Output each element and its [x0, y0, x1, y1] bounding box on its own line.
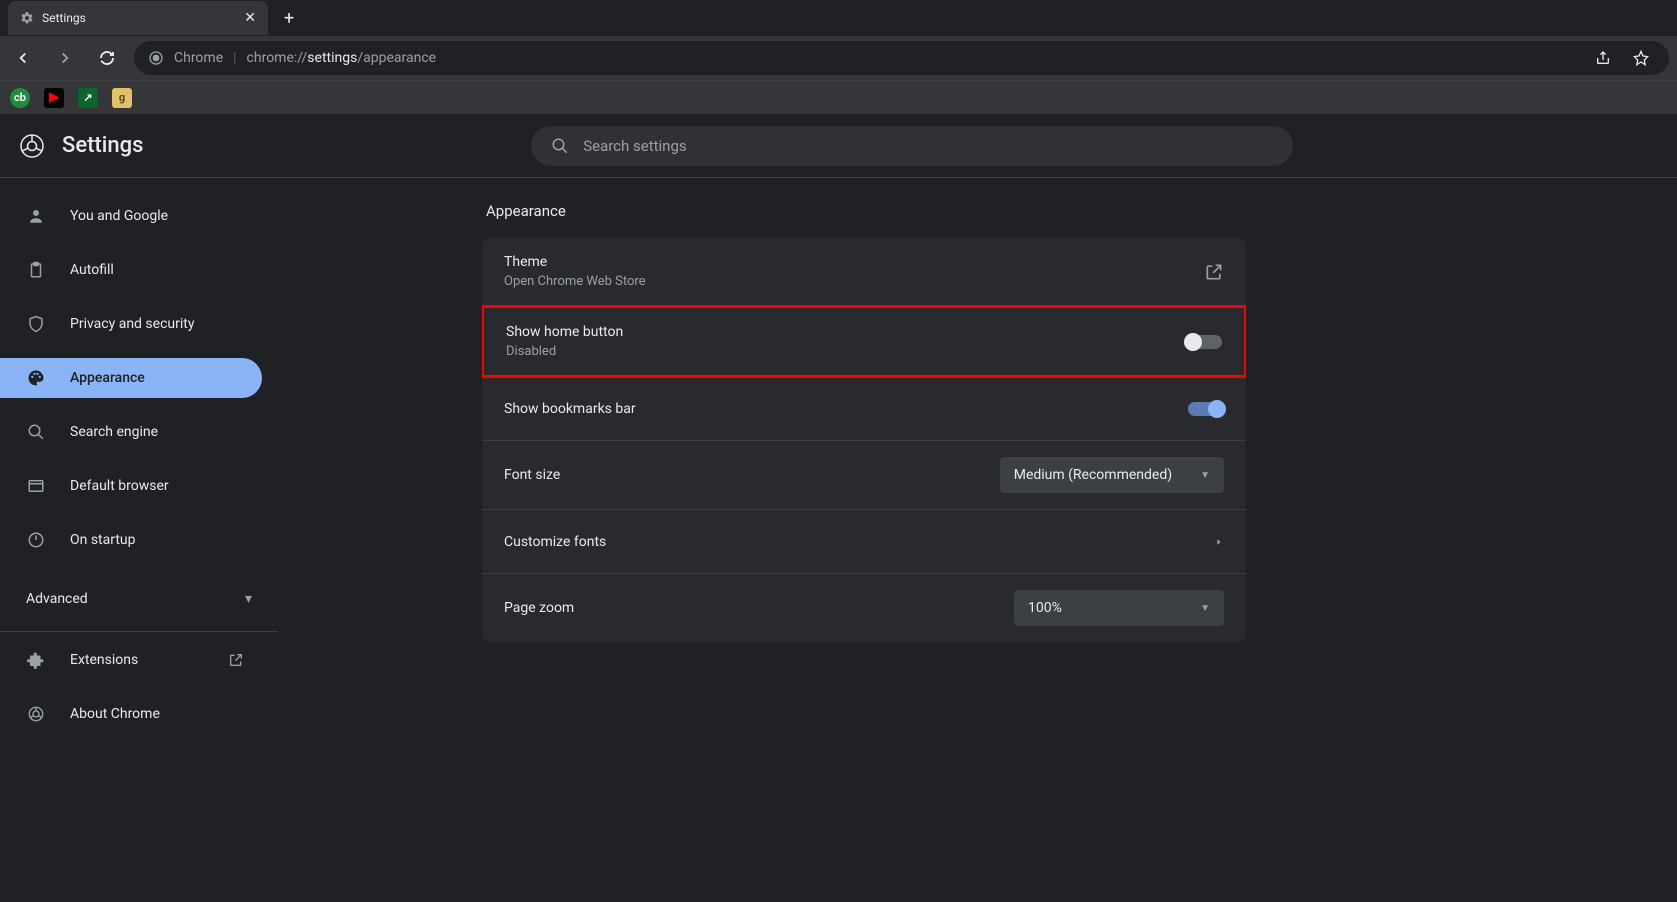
row-title: Show home button	[506, 324, 623, 340]
search-settings[interactable]	[531, 126, 1293, 166]
settings-sidebar: You and Google Autofill Privacy and secu…	[0, 178, 278, 902]
chevron-down-icon: ▾	[245, 591, 252, 607]
row-title: Theme	[504, 254, 646, 270]
appearance-card: Theme Open Chrome Web Store Show home bu…	[482, 238, 1246, 642]
forward-button[interactable]	[50, 43, 80, 73]
row-title: Show bookmarks bar	[504, 401, 636, 417]
bookmark-item[interactable]	[44, 88, 64, 108]
sidebar-item-about[interactable]: About Chrome	[0, 694, 262, 734]
sidebar-item-extensions[interactable]: Extensions	[0, 640, 262, 680]
row-title: Customize fonts	[504, 534, 606, 550]
close-icon[interactable]: ✕	[244, 10, 256, 26]
search-icon	[551, 137, 569, 155]
bookmarks-bar: cb ↗ g	[0, 80, 1677, 114]
bookmark-item[interactable]: g	[112, 88, 132, 108]
chevron-right-icon	[1214, 535, 1224, 549]
page-zoom-row: Page zoom 100% ▼	[482, 574, 1246, 642]
sidebar-item-on-startup[interactable]: On startup	[0, 520, 262, 560]
sidebar-item-search-engine[interactable]: Search engine	[0, 412, 262, 452]
palette-icon	[26, 369, 46, 387]
sidebar-item-label: About Chrome	[70, 706, 160, 722]
search-input[interactable]	[583, 137, 1273, 155]
gear-icon	[20, 11, 34, 25]
shield-icon	[26, 315, 46, 333]
sidebar-item-label: Autofill	[70, 262, 114, 278]
share-icon[interactable]	[1589, 44, 1617, 72]
section-title: Appearance	[482, 202, 1246, 220]
home-button-toggle[interactable]	[1186, 335, 1222, 349]
bookmark-item[interactable]: cb	[10, 88, 30, 108]
browser-tab[interactable]: Settings ✕	[8, 1, 268, 35]
sidebar-item-label: Default browser	[70, 478, 169, 494]
page-zoom-select[interactable]: 100% ▼	[1014, 590, 1224, 626]
settings-logo: Settings	[20, 133, 143, 158]
sidebar-item-label: You and Google	[70, 208, 168, 224]
chevron-down-icon: ▼	[1200, 470, 1210, 481]
site-label: Chrome	[174, 50, 223, 66]
launch-icon	[228, 652, 244, 668]
extensions-icon	[26, 651, 46, 669]
bookmarks-bar-toggle[interactable]	[1188, 402, 1224, 416]
row-title: Page zoom	[504, 600, 574, 616]
launch-icon	[1204, 262, 1224, 282]
new-tab-button[interactable]: +	[284, 8, 294, 29]
sidebar-item-you-and-google[interactable]: You and Google	[0, 196, 262, 236]
search-icon	[26, 423, 46, 441]
person-icon	[26, 207, 46, 225]
bookmark-star-icon[interactable]	[1627, 44, 1655, 72]
theme-row[interactable]: Theme Open Chrome Web Store	[482, 238, 1246, 306]
omnibox-divider: |	[233, 50, 236, 66]
show-bookmarks-bar-row: Show bookmarks bar	[482, 377, 1246, 441]
font-size-select[interactable]: Medium (Recommended) ▼	[1000, 457, 1224, 493]
sidebar-advanced-toggle[interactable]: Advanced ▾	[0, 574, 278, 623]
reload-button[interactable]	[92, 43, 122, 73]
customize-fonts-row[interactable]: Customize fonts	[482, 510, 1246, 574]
browser-toolbar: Chrome | chrome://settings/appearance	[0, 36, 1677, 80]
power-icon	[26, 531, 46, 549]
tab-title: Settings	[42, 11, 86, 25]
sidebar-item-label: Search engine	[70, 424, 158, 440]
sidebar-item-privacy[interactable]: Privacy and security	[0, 304, 262, 344]
font-size-row: Font size Medium (Recommended) ▼	[482, 441, 1246, 510]
settings-header: Settings	[0, 114, 1677, 178]
sidebar-item-label: Privacy and security	[70, 316, 194, 332]
advanced-label: Advanced	[26, 591, 88, 607]
bookmark-item[interactable]: ↗	[78, 88, 98, 108]
sidebar-item-label: On startup	[70, 532, 136, 548]
address-bar[interactable]: Chrome | chrome://settings/appearance	[134, 41, 1669, 75]
sidebar-item-label: Extensions	[70, 652, 138, 668]
show-home-button-row: Show home button Disabled	[482, 305, 1246, 378]
select-value: Medium (Recommended)	[1014, 467, 1172, 483]
sidebar-item-appearance[interactable]: Appearance	[0, 358, 262, 398]
back-button[interactable]	[8, 43, 38, 73]
page-title: Settings	[62, 133, 143, 158]
sidebar-divider	[0, 631, 278, 632]
row-title: Font size	[504, 467, 560, 483]
row-subtitle: Open Chrome Web Store	[504, 274, 646, 289]
chrome-icon	[20, 134, 44, 158]
clipboard-icon	[26, 261, 46, 279]
row-subtitle: Disabled	[506, 344, 623, 359]
sidebar-item-label: Appearance	[70, 370, 145, 386]
select-value: 100%	[1028, 600, 1062, 616]
chevron-down-icon: ▼	[1200, 603, 1210, 614]
settings-main: Appearance Theme Open Chrome Web Store S…	[278, 178, 1677, 902]
browser-icon	[26, 477, 46, 495]
site-info-icon[interactable]	[148, 50, 164, 66]
browser-tab-strip: Settings ✕ +	[0, 0, 1677, 36]
sidebar-item-autofill[interactable]: Autofill	[0, 250, 262, 290]
sidebar-item-default-browser[interactable]: Default browser	[0, 466, 262, 506]
url-text: chrome://settings/appearance	[247, 50, 437, 66]
chrome-icon	[26, 705, 46, 723]
